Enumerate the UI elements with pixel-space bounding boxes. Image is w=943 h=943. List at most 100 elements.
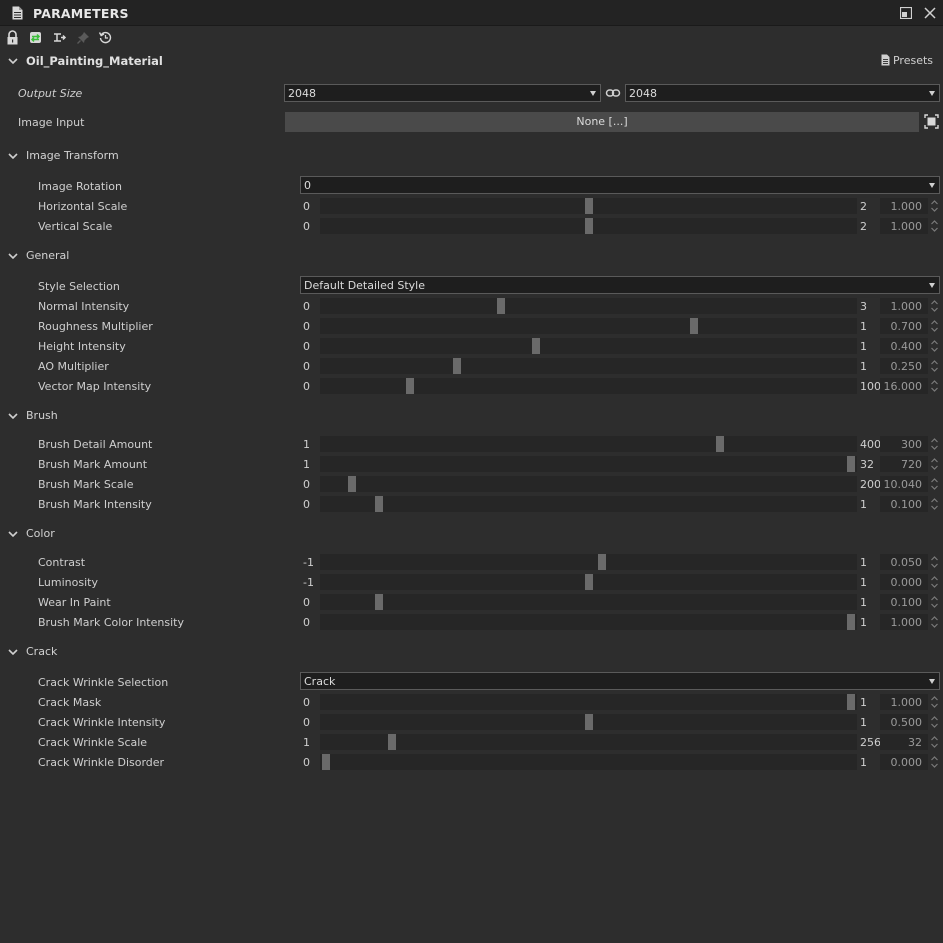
slider-thumb[interactable] — [847, 614, 855, 630]
slider-track[interactable] — [320, 714, 857, 730]
slider-thumb[interactable] — [406, 378, 414, 394]
slider-value-field[interactable]: 0.700 — [880, 318, 928, 334]
slider-value-field[interactable]: 1.000 — [880, 614, 928, 630]
slider-value-field[interactable]: 300 — [880, 436, 928, 452]
slider-value-field[interactable]: 16.000 — [880, 378, 928, 394]
close-icon[interactable] — [924, 7, 936, 19]
spinner-arrows-icon[interactable] — [930, 436, 939, 452]
spinner-arrows-icon[interactable] — [930, 496, 939, 512]
presets-button[interactable]: Presets — [881, 54, 933, 67]
slider-track[interactable] — [320, 456, 857, 472]
chevron-down-icon[interactable] — [7, 646, 19, 658]
slider-track[interactable] — [320, 436, 857, 452]
slider-value-field[interactable]: 720 — [880, 456, 928, 472]
slider-thumb[interactable] — [496, 298, 505, 314]
slider-thumb[interactable] — [584, 574, 593, 590]
slider-thumb[interactable] — [322, 754, 330, 770]
section-header-color[interactable]: Color — [0, 523, 943, 545]
slider-track[interactable] — [320, 694, 857, 710]
slider-track[interactable] — [320, 298, 857, 314]
spinner-arrows-icon[interactable] — [930, 694, 939, 710]
spinner-arrows-icon[interactable] — [930, 298, 939, 314]
spinner-arrows-icon[interactable] — [930, 338, 939, 354]
chevron-down-icon[interactable] — [7, 250, 19, 262]
spinner-arrows-icon[interactable] — [930, 614, 939, 630]
material-section-header[interactable]: Oil_Painting_Material Presets — [0, 50, 943, 72]
chevron-down-icon[interactable] — [7, 55, 19, 67]
slider-track[interactable] — [320, 496, 857, 512]
slider-value-field[interactable]: 0.500 — [880, 714, 928, 730]
slider-thumb[interactable] — [348, 476, 357, 492]
slider-value-field[interactable]: 0.000 — [880, 574, 928, 590]
chevron-down-icon[interactable] — [7, 410, 19, 422]
section-header-general[interactable]: General — [0, 245, 943, 267]
output-width-dropdown[interactable]: 2048 — [284, 84, 601, 102]
spinner-arrows-icon[interactable] — [930, 318, 939, 334]
slider-value-field[interactable]: 1.000 — [880, 694, 928, 710]
slider-value-field[interactable]: 0.250 — [880, 358, 928, 374]
output-height-dropdown[interactable]: 2048 — [625, 84, 940, 102]
slider-thumb[interactable] — [584, 218, 593, 234]
spinner-arrows-icon[interactable] — [930, 378, 939, 394]
slider-thumb[interactable] — [597, 554, 606, 570]
slider-value-field[interactable]: 0.400 — [880, 338, 928, 354]
slider-value-field[interactable]: 0.050 — [880, 554, 928, 570]
slider-track[interactable] — [320, 614, 857, 630]
spinner-arrows-icon[interactable] — [930, 218, 939, 234]
spinner-arrows-icon[interactable] — [930, 198, 939, 214]
slider-track[interactable] — [320, 198, 857, 214]
slider-track[interactable] — [320, 594, 857, 610]
slider-track[interactable] — [320, 338, 857, 354]
slider-value-field[interactable]: 0.100 — [880, 496, 928, 512]
lock-icon[interactable] — [5, 30, 20, 45]
section-header-brush[interactable]: Brush — [0, 405, 943, 427]
slider-thumb[interactable] — [584, 714, 593, 730]
slider-thumb[interactable] — [374, 496, 383, 512]
chevron-down-icon[interactable] — [7, 528, 19, 540]
slider-track[interactable] — [320, 476, 857, 492]
slider-track[interactable] — [320, 734, 857, 750]
slider-value-field[interactable]: 1.000 — [880, 298, 928, 314]
style-selection-dropdown[interactable]: Default Detailed Style — [300, 276, 940, 294]
slider-thumb[interactable] — [532, 338, 540, 354]
float-window-icon[interactable] — [900, 7, 912, 19]
slider-track[interactable] — [320, 318, 857, 334]
slider-thumb[interactable] — [715, 436, 724, 452]
pin-icon[interactable] — [76, 30, 91, 45]
connect-icon[interactable] — [52, 30, 67, 45]
image-input-button[interactable]: None [...] — [285, 112, 919, 132]
slider-track[interactable] — [320, 358, 857, 374]
slider-track[interactable] — [320, 554, 857, 570]
slider-thumb[interactable] — [584, 198, 593, 214]
slider-thumb[interactable] — [847, 456, 855, 472]
slider-value-field[interactable]: 1.000 — [880, 198, 928, 214]
slider-value-field[interactable]: 1.000 — [880, 218, 928, 234]
spinner-arrows-icon[interactable] — [930, 594, 939, 610]
slider-thumb[interactable] — [387, 734, 396, 750]
crack-wrinkle-selection-dropdown[interactable]: Crack — [300, 672, 940, 690]
slider-thumb[interactable] — [374, 594, 383, 610]
spinner-arrows-icon[interactable] — [930, 476, 939, 492]
image-rotation-dropdown[interactable]: 0 — [300, 176, 940, 194]
slider-thumb[interactable] — [453, 358, 462, 374]
chevron-down-icon[interactable] — [7, 150, 19, 162]
spinner-arrows-icon[interactable] — [930, 456, 939, 472]
slider-value-field[interactable]: 0.000 — [880, 754, 928, 770]
section-header-crack[interactable]: Crack — [0, 641, 943, 663]
link-icon[interactable] — [605, 86, 621, 100]
slider-thumb[interactable] — [847, 694, 855, 710]
spinner-arrows-icon[interactable] — [930, 754, 939, 770]
spinner-arrows-icon[interactable] — [930, 554, 939, 570]
section-header-image-transform[interactable]: Image Transform — [0, 145, 943, 167]
slider-value-field[interactable]: 0.100 — [880, 594, 928, 610]
spinner-arrows-icon[interactable] — [930, 714, 939, 730]
fit-frame-icon[interactable] — [924, 114, 939, 129]
slider-value-field[interactable]: 32 — [880, 734, 928, 750]
slider-track[interactable] — [320, 754, 857, 770]
slider-track[interactable] — [320, 378, 857, 394]
sync-icon[interactable] — [28, 30, 43, 45]
spinner-arrows-icon[interactable] — [930, 358, 939, 374]
slider-thumb[interactable] — [689, 318, 698, 334]
slider-value-field[interactable]: 10.040 — [880, 476, 928, 492]
spinner-arrows-icon[interactable] — [930, 574, 939, 590]
